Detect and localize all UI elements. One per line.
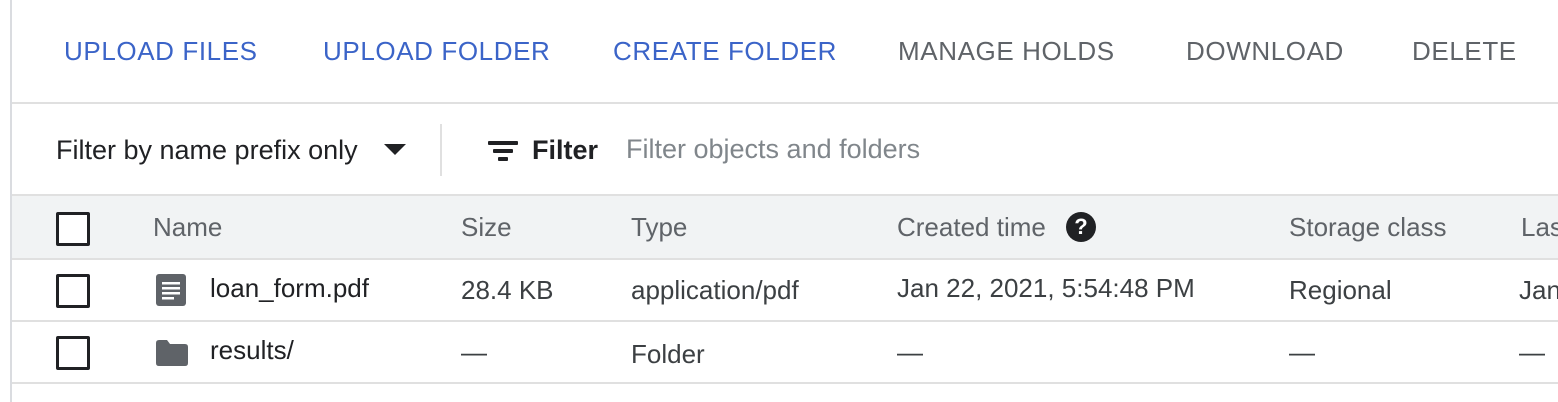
filter-list-icon[interactable] [488, 139, 518, 163]
object-storage-class: Regional [1289, 275, 1392, 305]
filter-mode-select[interactable]: Filter by name prefix only [56, 132, 358, 168]
select-all-checkbox[interactable] [56, 212, 90, 246]
row-checkbox[interactable] [56, 274, 90, 308]
dropdown-arrow-icon[interactable] [384, 144, 406, 155]
table-row[interactable]: loan_form.pdf 28.4 KB application/pdf Ja… [12, 260, 1558, 322]
object-last-modified: Jan [1519, 275, 1558, 305]
download-button[interactable]: DOWNLOAD [1186, 34, 1344, 68]
help-icon[interactable]: ? [1066, 212, 1096, 242]
filter-divider [440, 124, 442, 176]
column-header-last-modified[interactable]: Las [1521, 210, 1558, 244]
object-size: — [461, 337, 487, 367]
table-row[interactable]: results/ — Folder — — — [12, 322, 1558, 384]
table-header-row: Name Size Type Created time ? Storage cl… [12, 194, 1558, 260]
bucket-objects-panel: UPLOAD FILES UPLOAD FOLDER CREATE FOLDER… [0, 0, 1558, 402]
row-checkbox[interactable] [56, 336, 90, 370]
object-size: 28.4 KB [461, 275, 554, 305]
object-storage-class: — [1289, 337, 1315, 367]
folder-icon [156, 340, 188, 366]
column-header-created-time[interactable]: Created time [897, 210, 1046, 244]
column-header-type[interactable]: Type [631, 210, 687, 244]
object-name-link[interactable]: loan_form.pdf [210, 270, 369, 306]
object-type: Folder [631, 339, 705, 369]
filter-button[interactable]: Filter [532, 132, 598, 168]
filter-input[interactable] [618, 128, 1534, 170]
manage-holds-button[interactable]: MANAGE HOLDS [898, 34, 1115, 68]
column-header-storage-class[interactable]: Storage class [1289, 210, 1447, 244]
create-folder-button[interactable]: CREATE FOLDER [613, 34, 837, 68]
object-toolbar: UPLOAD FILES UPLOAD FOLDER CREATE FOLDER… [12, 0, 1558, 104]
object-last-modified: — [1519, 337, 1545, 367]
object-name-link[interactable]: results/ [210, 332, 294, 368]
object-created-time: — [897, 337, 923, 367]
document-icon [156, 274, 186, 306]
object-created-time: Jan 22, 2021, 5:54:48 PM [897, 273, 1195, 303]
filter-bar: Filter by name prefix only Filter [12, 104, 1558, 194]
upload-files-button[interactable]: UPLOAD FILES [64, 34, 258, 68]
objects-table: Name Size Type Created time ? Storage cl… [12, 194, 1558, 384]
object-type: application/pdf [631, 275, 799, 305]
upload-folder-button[interactable]: UPLOAD FOLDER [323, 34, 550, 68]
delete-button[interactable]: DELETE [1412, 34, 1517, 68]
column-header-name[interactable]: Name [153, 210, 222, 244]
column-header-size[interactable]: Size [461, 210, 512, 244]
